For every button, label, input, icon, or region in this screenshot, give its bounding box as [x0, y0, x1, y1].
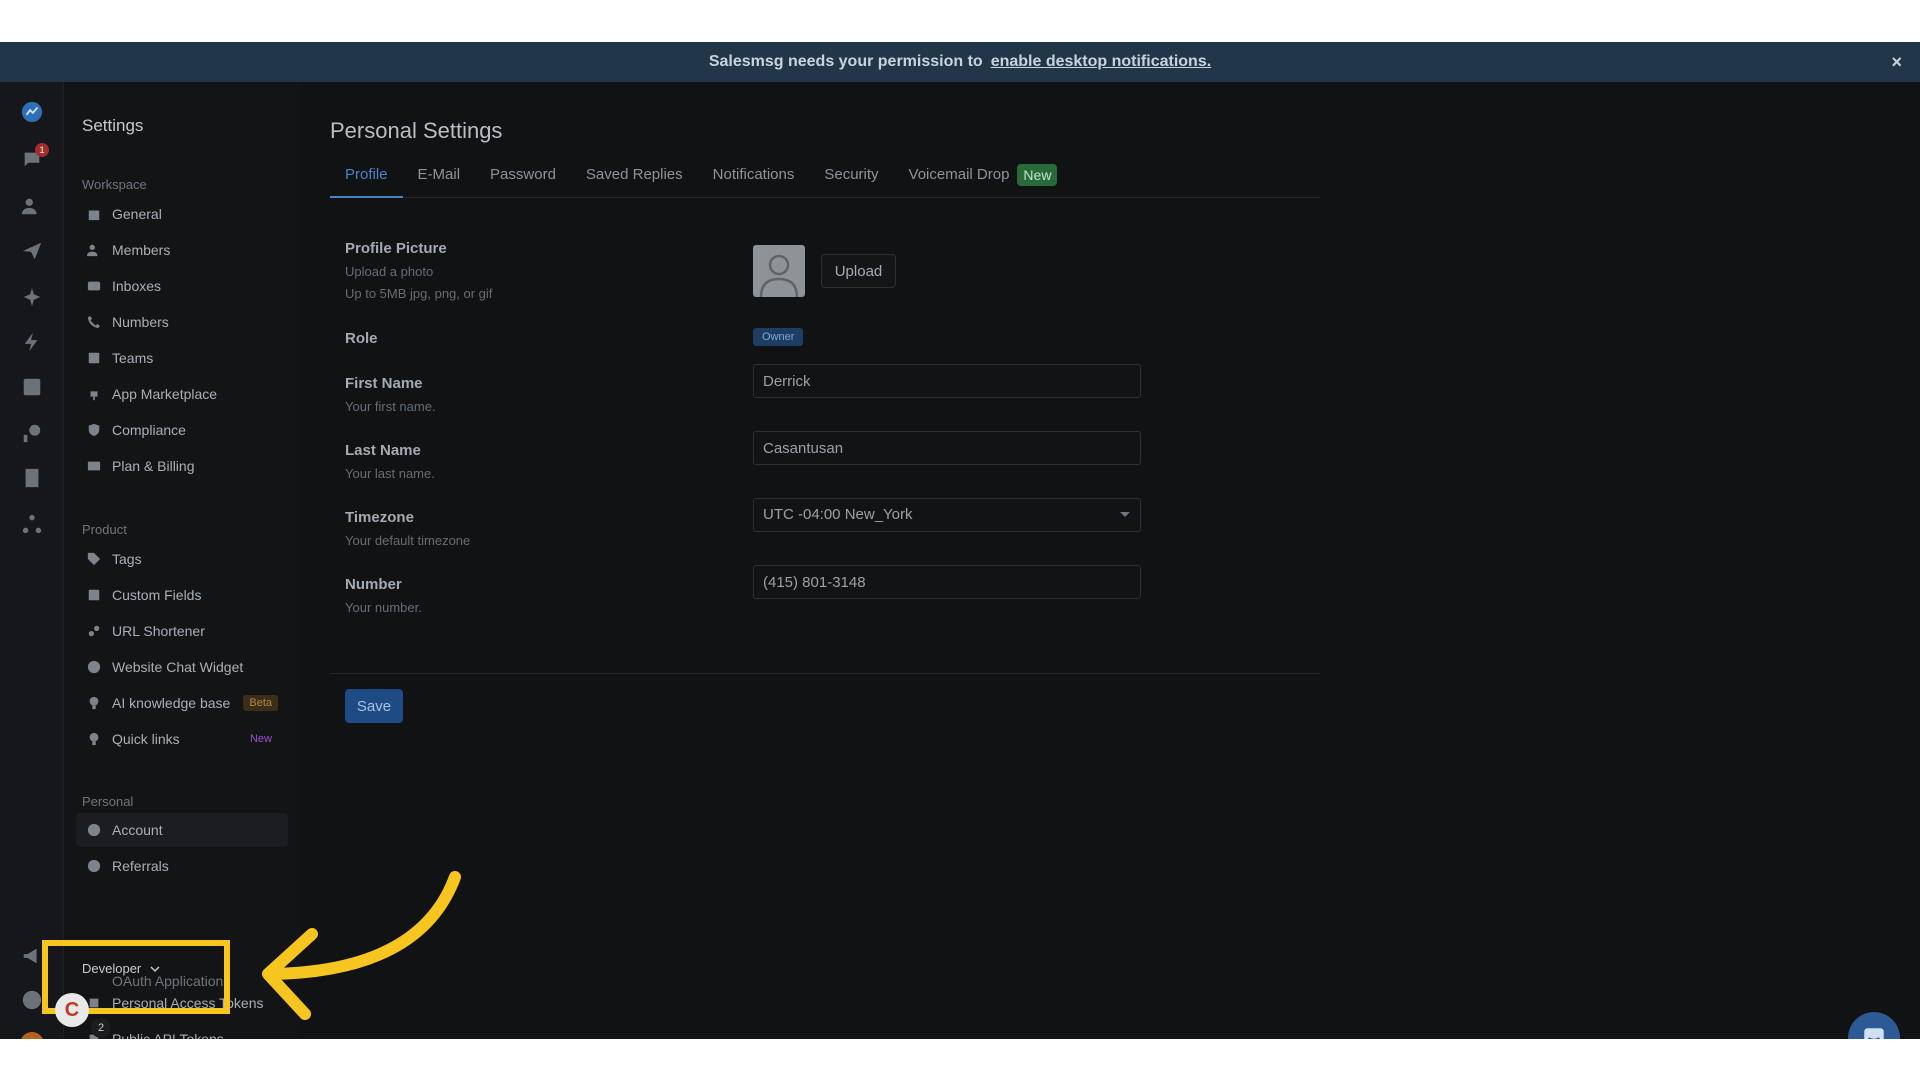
tab-password[interactable]: Password	[475, 160, 571, 198]
sidebar-item-inboxes[interactable]: Inboxes	[76, 269, 288, 303]
campaigns-icon[interactable]	[18, 237, 46, 265]
sidebar-title: Settings	[82, 116, 144, 135]
settings-tabs: Profile E-Mail Password Saved Replies No…	[330, 160, 1320, 198]
timezone-select[interactable]: UTC -04:00 New_York	[753, 498, 1141, 532]
save-button[interactable]: Save	[345, 689, 403, 723]
keywords-icon[interactable]	[18, 419, 46, 447]
number-field[interactable]	[753, 565, 1141, 599]
chat-icon	[1864, 1028, 1884, 1039]
number-hint: Your number.	[345, 600, 422, 615]
sidebar-item-general[interactable]: General	[76, 197, 288, 231]
steps-count-badge: 2	[91, 1018, 111, 1038]
automation-icon[interactable]	[18, 283, 46, 311]
sidebar-item-custom-fields[interactable]: Custom Fields	[76, 578, 288, 612]
user-avatar[interactable]: D	[20, 1032, 44, 1039]
phone-icon	[86, 314, 102, 330]
form-divider	[330, 673, 1320, 674]
tab-profile[interactable]: Profile	[330, 160, 403, 198]
contacts-icon[interactable]	[18, 192, 46, 220]
sidebar-item-quick-links[interactable]: Quick links New	[76, 722, 288, 756]
sidebar-item-numbers[interactable]: Numbers	[76, 305, 288, 339]
analytics-icon[interactable]	[18, 373, 46, 401]
inbox-icon	[86, 278, 102, 294]
bulb-icon	[86, 731, 102, 747]
tab-voicemail-drop-label: Voicemail Drop	[908, 166, 1010, 183]
timezone-label: Timezone	[345, 509, 414, 526]
profile-avatar-placeholder	[753, 245, 805, 297]
chat-icon	[86, 659, 102, 675]
organization-icon[interactable]	[18, 464, 46, 492]
chevron-down-icon	[1120, 512, 1130, 517]
number-label: Number	[345, 576, 402, 593]
building-icon	[86, 206, 102, 222]
first-name-label: First Name	[345, 375, 423, 392]
beta-badge: Beta	[243, 695, 278, 711]
account-icon	[86, 822, 102, 838]
team-icon	[86, 350, 102, 366]
new-badge: New	[1017, 164, 1058, 186]
first-name-hint: Your first name.	[345, 399, 436, 414]
banner-text: Salesmsg needs your permission to	[708, 53, 983, 70]
page-title: Personal Settings	[330, 118, 503, 143]
section-product: Product	[82, 522, 127, 537]
plug-icon	[86, 386, 102, 402]
profile-picture-size-hint: Up to 5MB jpg, png, or gif	[345, 286, 493, 301]
tab-notifications[interactable]: Notifications	[698, 160, 810, 198]
section-workspace: Workspace	[82, 177, 147, 192]
triggers-icon[interactable]	[18, 328, 46, 356]
timezone-hint: Your default timezone	[345, 533, 471, 548]
last-name-hint: Your last name.	[345, 466, 435, 481]
timezone-value: UTC -04:00 New_York	[763, 506, 913, 523]
sidebar-item-teams[interactable]: Teams	[76, 341, 288, 375]
tag-icon	[86, 551, 102, 567]
tab-saved-replies[interactable]: Saved Replies	[571, 160, 698, 198]
tab-security[interactable]: Security	[809, 160, 893, 198]
profile-picture-label: Profile Picture	[345, 240, 447, 257]
upload-button[interactable]: Upload	[821, 254, 896, 288]
section-personal: Personal	[82, 794, 134, 809]
developer-toggle[interactable]: Developer	[82, 961, 161, 976]
chevron-down-icon	[150, 965, 160, 972]
role-badge: Owner	[753, 328, 804, 346]
users-icon	[86, 242, 102, 258]
bulb-icon	[86, 695, 102, 711]
role-label: Role	[345, 330, 378, 347]
notification-banner: Salesmsg needs your permission to enable…	[0, 42, 1920, 82]
tab-email[interactable]: E-Mail	[403, 160, 476, 198]
sidebar-item-plan-billing[interactable]: Plan & Billing	[76, 449, 288, 483]
profile-picture-hint: Upload a photo	[345, 264, 434, 279]
sidebar-item-url-shortener[interactable]: URL Shortener	[76, 614, 288, 648]
unread-badge: 1	[35, 143, 49, 157]
conversations-icon[interactable]: 1	[18, 143, 49, 174]
sidebar-item-tags[interactable]: Tags	[76, 542, 288, 576]
dollar-icon	[86, 858, 102, 874]
sidebar-item-app-marketplace[interactable]: App Marketplace	[76, 377, 288, 411]
sidebar-item-members[interactable]: Members	[76, 233, 288, 267]
icon-rail: 1 D	[0, 82, 64, 1039]
main-content: Personal Settings Profile E-Mail Passwor…	[300, 82, 1920, 1039]
shield-icon	[86, 422, 102, 438]
first-name-field[interactable]	[753, 364, 1141, 398]
app-window: Salesmsg needs your permission to enable…	[0, 42, 1920, 1039]
link-icon	[86, 623, 102, 639]
logo-icon[interactable]	[18, 98, 46, 126]
sidebar-item-ai-knowledge-base[interactable]: AI knowledge base Beta	[76, 686, 288, 720]
pointer-arrow	[262, 871, 461, 1020]
new-badge: New	[249, 733, 272, 745]
field-icon	[86, 587, 102, 603]
person-icon	[759, 254, 799, 297]
tab-voicemail-drop[interactable]: Voicemail Drop New	[894, 160, 1073, 198]
enable-notifications-link[interactable]: enable desktop notifications.	[991, 53, 1211, 71]
steps-logo-icon[interactable]: C	[55, 993, 89, 1027]
sidebar-item-compliance[interactable]: Compliance	[76, 413, 288, 447]
integrations-icon[interactable]	[18, 510, 46, 538]
developer-label: Developer	[82, 961, 142, 976]
sidebar-item-website-chat-widget[interactable]: Website Chat Widget	[76, 650, 288, 684]
last-name-field[interactable]	[753, 431, 1141, 465]
close-banner-icon[interactable]: ×	[1891, 52, 1902, 73]
card-icon	[86, 458, 102, 474]
last-name-label: Last Name	[345, 442, 421, 459]
